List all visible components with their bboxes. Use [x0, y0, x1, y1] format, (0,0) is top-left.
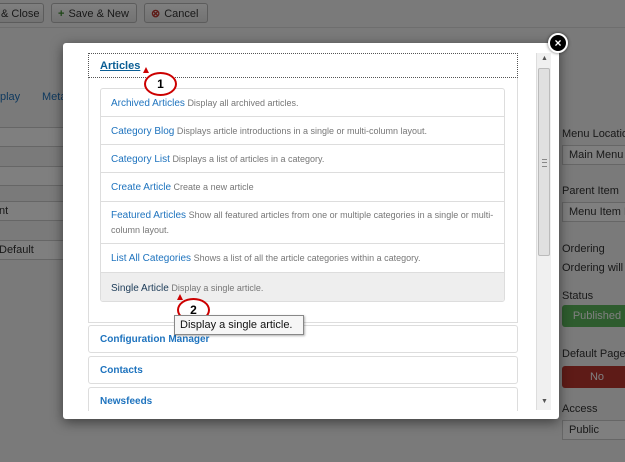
modal-scrollbar[interactable]: ▲ ▼: [536, 53, 551, 410]
tooltip: Display a single article.: [174, 315, 304, 335]
item-title: Archived Articles: [111, 98, 185, 109]
articles-link[interactable]: Articles: [100, 60, 140, 72]
close-icon[interactable]: ×: [548, 33, 568, 53]
item-title: Category List: [111, 154, 170, 165]
section-title: Contacts: [100, 365, 143, 376]
section-title: Configuration Manager: [100, 334, 210, 345]
callout-1: 1: [144, 72, 177, 96]
item-description: Display all archived articles.: [187, 98, 299, 108]
item-title: Featured Articles: [111, 210, 187, 221]
item-title: Create Article: [111, 182, 172, 193]
list-item-category-blog[interactable]: Category Blog Displays article introduct…: [101, 117, 504, 145]
accordion-newsfeeds[interactable]: Newsfeeds: [88, 387, 518, 411]
item-description: Displays a list of articles in a categor…: [172, 154, 325, 164]
scroll-down-arrow-icon[interactable]: ▼: [541, 398, 548, 405]
section-title: Newsfeeds: [100, 396, 153, 407]
list-item-single-article[interactable]: Single Article Display a single article.: [101, 273, 504, 301]
article-types-list: Archived Articles Display all archived a…: [100, 88, 505, 302]
list-item-category-list[interactable]: Category List Displays a list of article…: [101, 145, 504, 173]
scroll-up-arrow-icon[interactable]: ▲: [541, 55, 548, 62]
accordion-contacts[interactable]: Contacts: [88, 356, 518, 384]
callout-pointer-1: [143, 67, 149, 73]
item-title: Category Blog: [111, 126, 175, 137]
item-title: List All Categories: [111, 253, 192, 264]
grip-icon: [542, 159, 547, 167]
list-item-list-all-categories[interactable]: List All Categories Shows a list of all …: [101, 244, 504, 273]
item-description: Create a new article: [173, 182, 254, 192]
item-description: Shows a list of all the article categori…: [193, 253, 421, 263]
list-item-create-article[interactable]: Create Article Create a new article: [101, 173, 504, 202]
scrollbar-thumb[interactable]: [538, 68, 550, 256]
item-title: Single Article: [111, 283, 169, 294]
list-item-featured-articles[interactable]: Featured Articles Show all featured arti…: [101, 202, 504, 244]
item-description: Displays article introductions in a sing…: [176, 126, 427, 136]
item-description: Display a single article.: [171, 283, 264, 293]
callout-pointer-2: [177, 294, 183, 300]
